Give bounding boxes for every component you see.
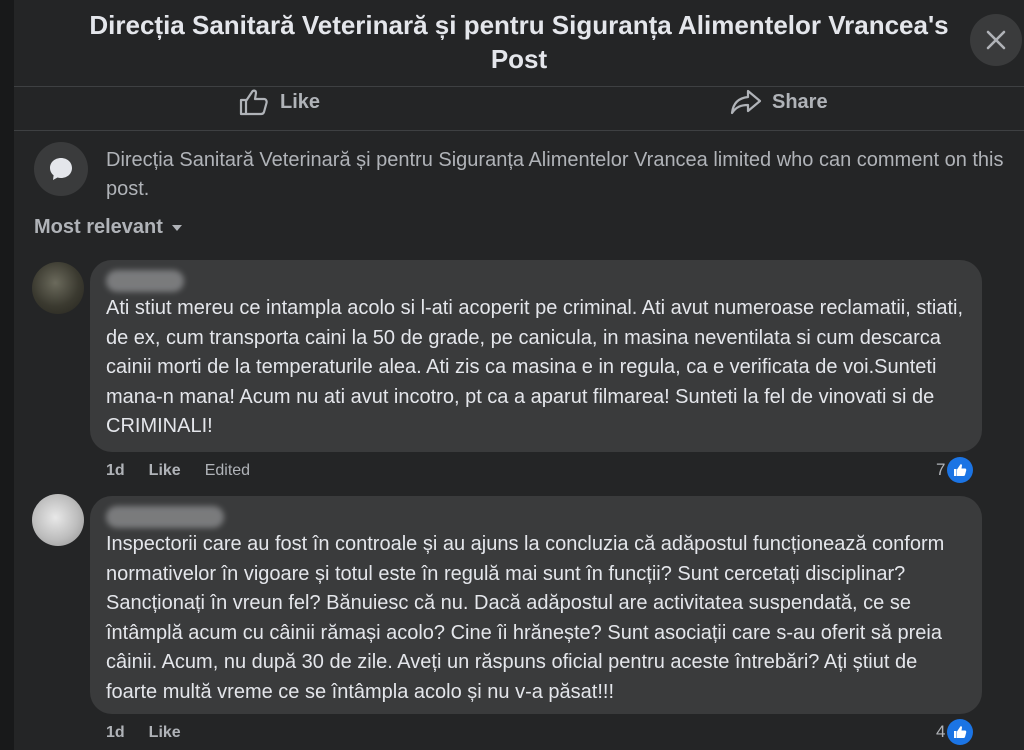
comment-like-button[interactable]: Like (149, 462, 181, 480)
reaction-summary[interactable]: 4 (936, 719, 974, 745)
comment-bubble: Ati stiut mereu ce intampla acolo si l-a… (90, 260, 982, 452)
post-actions-bar: Like Share (14, 86, 1024, 131)
close-icon (986, 30, 1006, 50)
caret-down-icon (171, 224, 182, 231)
comment-restriction-notice: Direcția Sanitară Veterinară și pentru S… (34, 142, 1024, 202)
comment-timestamp[interactable]: 1d (106, 724, 125, 742)
comment-bubble-icon (34, 142, 88, 196)
comment-bubble: Inspectorii care au fost în controale și… (90, 496, 982, 714)
like-button[interactable]: Like (238, 86, 320, 118)
comment-timestamp[interactable]: 1d (106, 462, 125, 480)
post-modal: Direcția Sanitară Veterinară și pentru S… (14, 0, 1024, 750)
modal-header: Direcția Sanitară Veterinară și pentru S… (14, 0, 1024, 87)
thumbs-up-icon (239, 89, 268, 116)
edited-label[interactable]: Edited (205, 462, 250, 480)
page-title: Direcția Sanitară Veterinară și pentru S… (89, 10, 949, 74)
reaction-count: 7 (936, 460, 946, 479)
share-icon (730, 89, 762, 115)
sort-label: Most relevant (34, 216, 163, 238)
comment-sort-dropdown[interactable]: Most relevant (34, 216, 183, 239)
notice-text: Direcția Sanitară Veterinară și pentru S… (106, 149, 1004, 200)
like-label: Like (280, 90, 321, 113)
comment-meta: 1d Like Edited (106, 462, 250, 480)
comment-like-button[interactable]: Like (149, 724, 181, 742)
comment-meta: 1d Like (106, 724, 181, 742)
comment-text: Inspectorii care au fost în controale și… (106, 533, 945, 703)
like-reaction-icon (947, 719, 974, 745)
commenter-name-blurred[interactable] (106, 506, 224, 528)
avatar[interactable] (32, 494, 84, 546)
reaction-count: 4 (936, 722, 946, 741)
close-button[interactable] (970, 14, 1022, 66)
commenter-name-blurred[interactable] (106, 270, 184, 292)
share-label: Share (772, 90, 828, 113)
avatar[interactable] (32, 262, 84, 314)
like-reaction-icon (947, 457, 974, 483)
share-button[interactable]: Share (730, 86, 828, 118)
reaction-summary[interactable]: 7 (936, 457, 974, 483)
comment-text: Ati stiut mereu ce intampla acolo si l-a… (106, 297, 964, 437)
